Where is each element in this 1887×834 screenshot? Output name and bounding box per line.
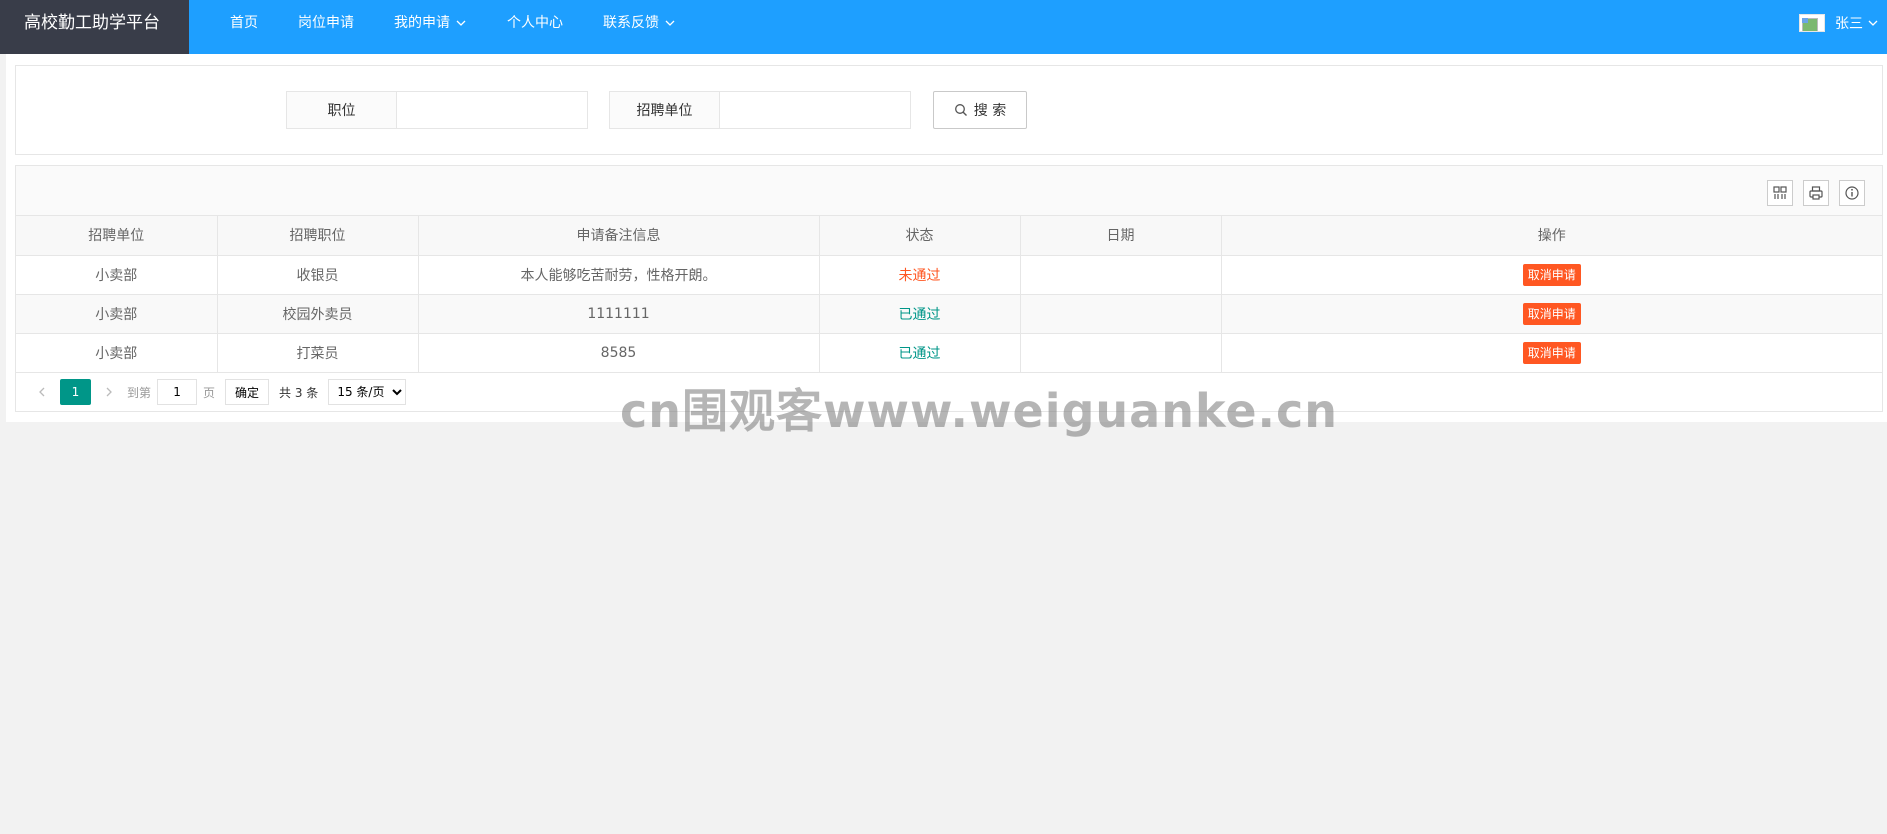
nav-personal-center[interactable]: 个人中心 xyxy=(487,0,583,46)
user-menu[interactable]: 张三 xyxy=(1799,0,1887,46)
watermark: cn围观客www.weiguanke.cn xyxy=(620,384,1339,438)
cell-date xyxy=(1020,333,1222,373)
col-header-action: 操作 xyxy=(1221,216,1882,256)
cancel-application-button[interactable]: 取消申请 xyxy=(1522,263,1581,286)
cancel-application-button[interactable]: 取消申请 xyxy=(1522,341,1581,364)
chevron-right-icon[interactable] xyxy=(97,380,121,404)
table-row: 小卖部 收银员 本人能够吃苦耐劳，性格开朗。 未通过 取消申请 xyxy=(16,255,1882,295)
goto-page-input[interactable] xyxy=(157,379,198,405)
chevron-down-icon xyxy=(1867,17,1879,29)
col-header-note: 申请备注信息 xyxy=(418,216,820,256)
position-input[interactable] xyxy=(397,92,587,128)
cell-position: 打菜员 xyxy=(217,333,419,373)
goto-prefix: 到第 xyxy=(127,385,152,400)
position-label: 职位 xyxy=(287,92,397,128)
cell-position: 校园外卖员 xyxy=(217,294,419,334)
table-row: 小卖部 校园外卖员 1111111 已通过 取消申请 xyxy=(16,294,1882,334)
broken-image-icon xyxy=(1799,14,1825,32)
nav-my-applications[interactable]: 我的申请 xyxy=(374,0,487,46)
nav-my-applications-label: 我的申请 xyxy=(394,15,450,31)
cell-position: 收银员 xyxy=(217,255,419,295)
nav-job-apply[interactable]: 岗位申请 xyxy=(278,0,374,46)
cell-action: 取消申请 xyxy=(1221,333,1882,373)
col-header-date: 日期 xyxy=(1020,216,1222,256)
status-badge: 已通过 xyxy=(819,333,1021,373)
col-header-position: 招聘职位 xyxy=(217,216,419,256)
col-header-unit: 招聘单位 xyxy=(16,216,218,256)
cell-unit: 小卖部 xyxy=(16,255,218,295)
applications-table: 招聘单位 招聘职位 申请备注信息 状态 日期 操作 小卖部 收银员 本人能够吃苦… xyxy=(16,216,1882,373)
chevron-down-icon xyxy=(664,17,676,29)
user-name[interactable]: 张三 xyxy=(1835,13,1879,33)
table-row: 小卖部 打菜员 8585 已通过 取消申请 xyxy=(16,333,1882,373)
search-button-label: 搜 索 xyxy=(973,103,1007,119)
cancel-application-button[interactable]: 取消申请 xyxy=(1522,302,1581,325)
status-badge: 已通过 xyxy=(819,294,1021,334)
position-field: 职位 xyxy=(286,91,588,129)
cell-note: 1111111 xyxy=(418,294,820,334)
columns-filter-icon[interactable] xyxy=(1767,180,1793,206)
unit-label: 招聘单位 xyxy=(610,92,720,128)
cell-note: 8585 xyxy=(418,333,820,373)
cell-date xyxy=(1020,255,1222,295)
print-icon[interactable] xyxy=(1803,180,1829,206)
nav-personal-center-label: 个人中心 xyxy=(507,15,563,31)
col-header-status: 状态 xyxy=(819,216,1021,256)
cell-action: 取消申请 xyxy=(1221,255,1882,295)
nav-job-apply-label: 岗位申请 xyxy=(298,15,354,31)
goto-confirm-button[interactable]: 确定 xyxy=(225,379,270,405)
nav-home[interactable]: 首页 xyxy=(210,0,278,46)
main-nav: 首页 岗位申请 我的申请 个人中心 联系反馈 xyxy=(210,0,696,46)
page-current[interactable]: 1 xyxy=(60,379,91,405)
top-header: 高校勤工助学平台 首页 岗位申请 我的申请 个人中心 联系反馈 张三 xyxy=(0,0,1887,54)
total-count: 共 3 条 xyxy=(279,385,319,400)
cell-unit: 小卖部 xyxy=(16,333,218,373)
user-name-label: 张三 xyxy=(1835,16,1863,32)
cell-note: 本人能够吃苦耐劳，性格开朗。 xyxy=(418,255,820,295)
page-size-select[interactable]: 15 条/页 xyxy=(328,379,407,405)
info-icon[interactable] xyxy=(1839,180,1865,206)
cell-unit: 小卖部 xyxy=(16,294,218,334)
search-button[interactable]: 搜 索 xyxy=(933,91,1027,129)
site-logo[interactable]: 高校勤工助学平台 xyxy=(0,0,189,54)
nav-feedback[interactable]: 联系反馈 xyxy=(583,0,696,46)
chevron-down-icon xyxy=(455,17,467,29)
search-panel: 职位 招聘单位 搜 索 xyxy=(15,65,1883,155)
nav-home-label: 首页 xyxy=(230,15,258,31)
unit-input[interactable] xyxy=(720,92,910,128)
chevron-left-icon[interactable] xyxy=(30,380,54,404)
cell-action: 取消申请 xyxy=(1221,294,1882,334)
status-badge: 未通过 xyxy=(819,255,1021,295)
search-icon xyxy=(954,104,967,116)
unit-field: 招聘单位 xyxy=(609,91,911,129)
table-toolbar xyxy=(16,166,1882,216)
table-header-row: 招聘单位 招聘职位 申请备注信息 状态 日期 操作 xyxy=(16,216,1882,256)
goto-suffix: 页 xyxy=(203,385,216,400)
cell-date xyxy=(1020,294,1222,334)
nav-feedback-label: 联系反馈 xyxy=(603,15,659,31)
